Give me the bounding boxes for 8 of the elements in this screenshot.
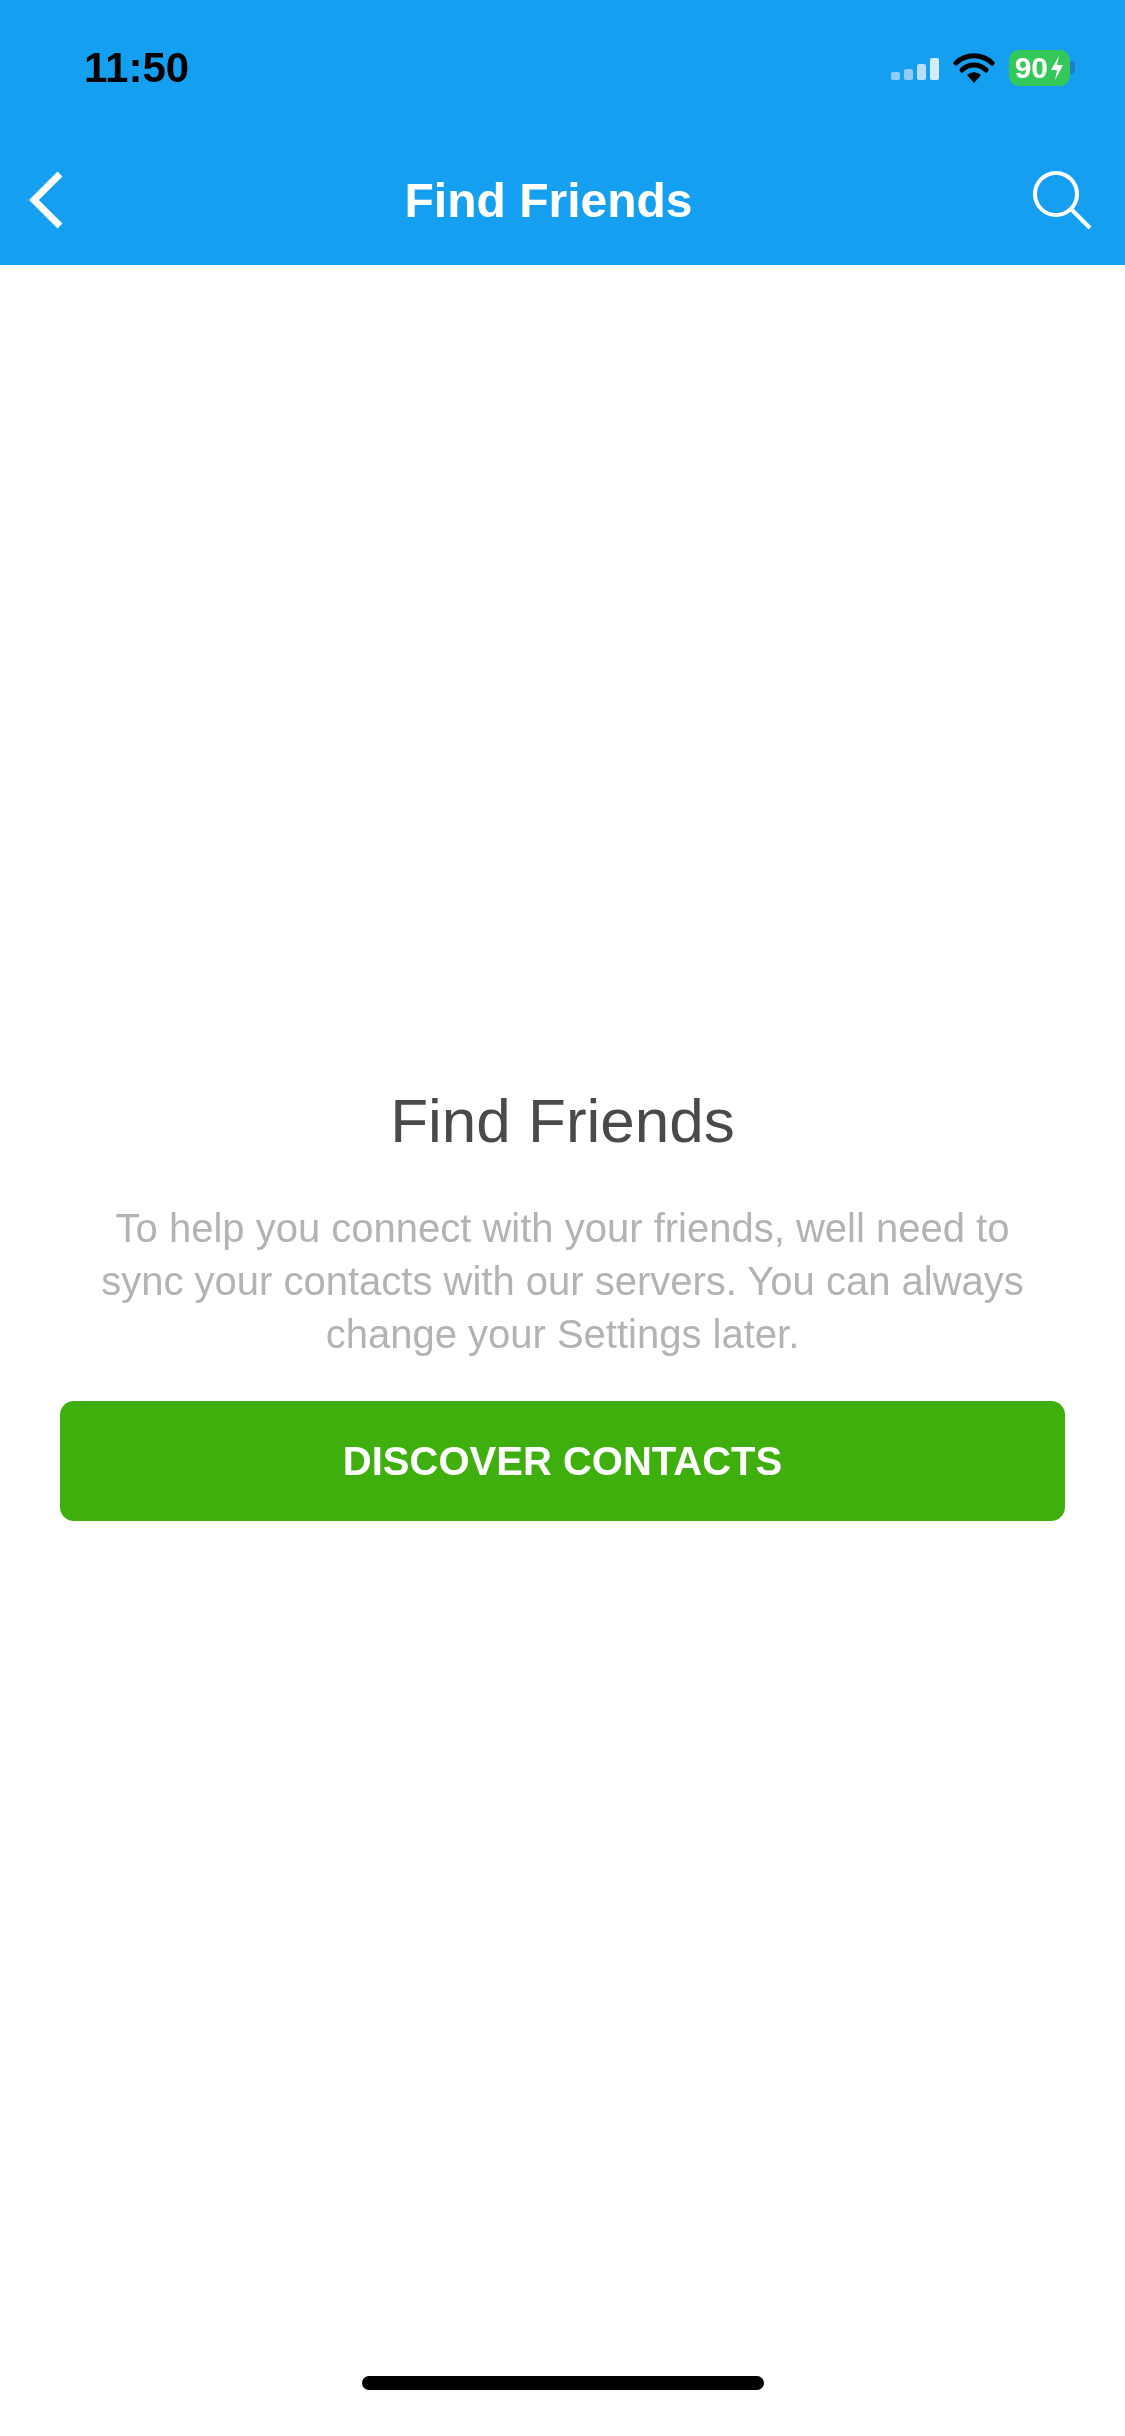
- wifi-icon: [952, 51, 995, 84]
- heading: Find Friends: [390, 1085, 735, 1156]
- status-time: 11:50: [84, 43, 190, 92]
- discover-contacts-button[interactable]: DISCOVER CONTACTS: [60, 1401, 1065, 1521]
- nav-title: Find Friends: [404, 172, 693, 228]
- message-text: To help you connect with your friends, well need to sync your contacts with our servers. You can always change your Settings later.: [100, 1205, 1025, 1358]
- search-icon[interactable]: [1031, 169, 1093, 231]
- battery-indicator: 90: [1008, 49, 1075, 86]
